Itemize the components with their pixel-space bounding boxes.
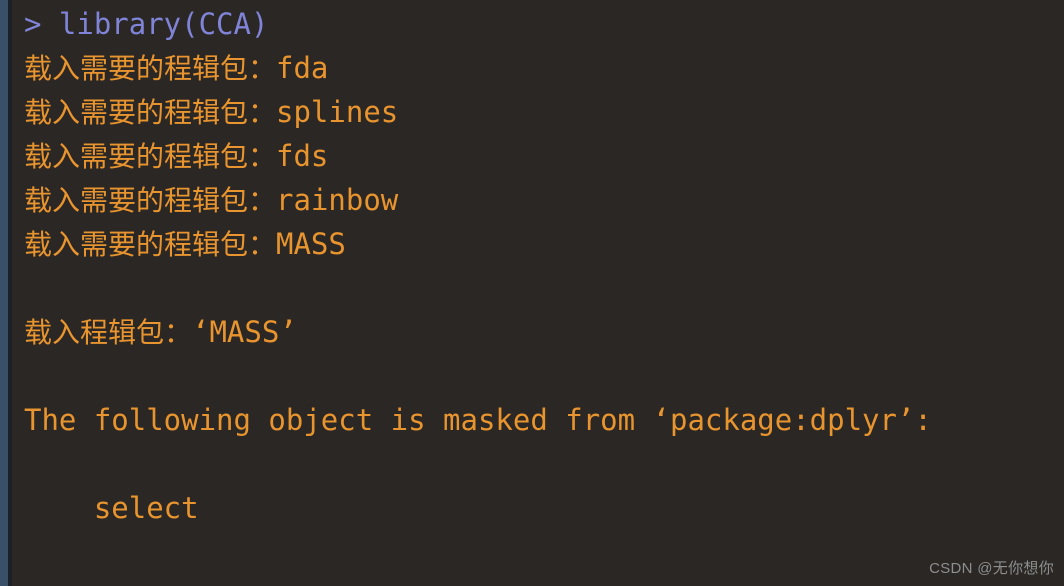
- console-line-value: The following object is masked from ‘pac…: [24, 403, 932, 437]
- console-line-value: splines: [276, 95, 399, 129]
- console-line-value: rainbow: [276, 183, 399, 217]
- console-prompt-line: > library(CCA): [24, 2, 1064, 46]
- console-output-line: 载入需要的程辑包：fds: [24, 134, 1064, 178]
- console-output-line: select: [24, 486, 1064, 530]
- console-output-line: 载入需要的程辑包：MASS: [24, 222, 1064, 266]
- console-line-label: 载入需要的程辑包：: [24, 228, 277, 261]
- console-output-area[interactable]: > library(CCA) 载入需要的程辑包：fda 载入需要的程辑包：splin…: [12, 0, 1064, 586]
- console-output-line: 载入需要的程辑包：fda: [24, 46, 1064, 90]
- console-line-label: 载入需要的程辑包：: [24, 184, 277, 217]
- console-output-line: The following object is masked from ‘pac…: [24, 398, 1064, 442]
- console-line-value: > library(CCA): [24, 7, 269, 41]
- console-line-label: 载入程辑包：: [24, 316, 193, 349]
- console-line-label: 载入需要的程辑包：: [24, 52, 277, 85]
- console-line-value: fda: [276, 51, 329, 85]
- console-line-label: 载入需要的程辑包：: [24, 140, 277, 173]
- csdn-watermark: CSDN @无你想你: [929, 560, 1054, 577]
- console-output-line: 载入需要的程辑包：splines: [24, 90, 1064, 134]
- console-line-value: fds: [276, 139, 329, 173]
- console-output-line: 载入需要的程辑包：rainbow: [24, 178, 1064, 222]
- console-line-label: 载入需要的程辑包：: [24, 96, 277, 129]
- console-line-value: MASS: [276, 227, 346, 261]
- console-gutter-bar: [0, 0, 8, 586]
- console-gutter-shadow: [8, 0, 12, 586]
- console-line-value: select: [24, 491, 199, 525]
- r-console-screen: > library(CCA) 载入需要的程辑包：fda 载入需要的程辑包：splin…: [0, 0, 1064, 586]
- console-line-value: ‘MASS’: [192, 315, 297, 349]
- console-output-line: 载入程辑包：‘MASS’: [24, 310, 1064, 354]
